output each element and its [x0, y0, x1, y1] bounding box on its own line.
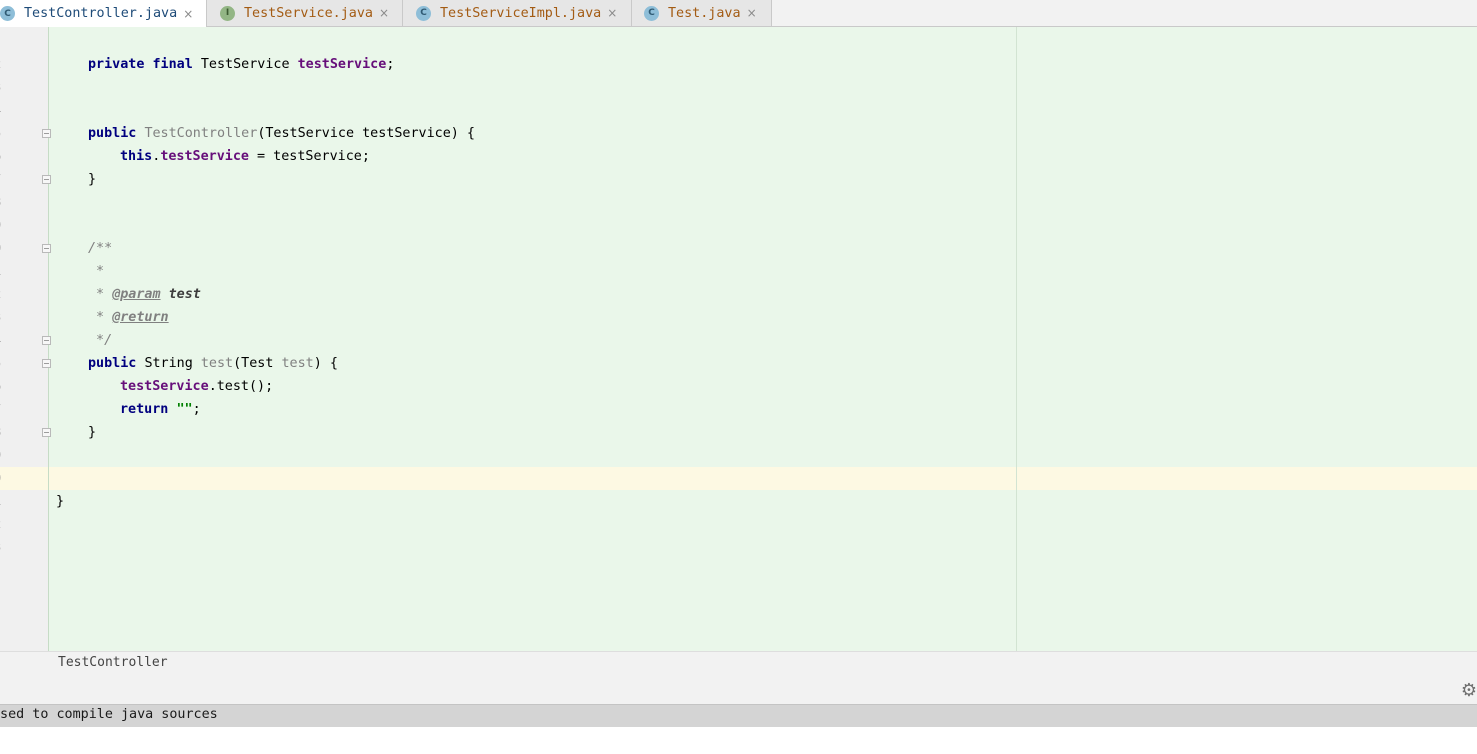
code-line[interactable]: 4: [0, 76, 1477, 117]
code-line[interactable]: 7 this.testService = testService;: [0, 145, 1477, 186]
fold-marker-icon[interactable]: [42, 129, 51, 138]
code-line[interactable]: 3 * @param test: [0, 283, 1477, 324]
code-line[interactable]: 8 return "";: [0, 398, 1477, 439]
close-icon[interactable]: ×: [747, 6, 757, 20]
tab-label: TestController.java: [24, 6, 178, 21]
code-line[interactable]: 5: [0, 99, 1477, 140]
tab-label: TestService.java: [244, 5, 373, 21]
tab-testcontroller[interactable]: C TestController.java ×: [0, 0, 207, 27]
code-line[interactable]: 2 }: [0, 490, 1477, 531]
tab-label: Test.java: [668, 5, 741, 21]
code-line[interactable]: 0: [0, 444, 1477, 485]
tab-test[interactable]: C Test.java ×: [632, 0, 772, 26]
code-line[interactable]: 5 */: [0, 329, 1477, 370]
close-icon[interactable]: ×: [379, 6, 389, 20]
interface-icon: I: [220, 5, 235, 21]
editor-tab-bar: C TestController.java × I TestService.ja…: [0, 0, 1477, 27]
status-message: used to compile java sources: [0, 707, 218, 722]
code-line[interactable]: 2 *: [0, 260, 1477, 301]
gear-icon[interactable]: ⚙: [1461, 682, 1477, 700]
tool-window-strip: ⚙: [0, 676, 1477, 704]
code-line[interactable]: 3: [0, 513, 1477, 554]
fold-marker-icon[interactable]: [42, 244, 51, 253]
breadcrumb-item-class[interactable]: TestController: [58, 655, 168, 670]
line-number: 3: [0, 536, 20, 559]
code-line[interactable]: 9 }: [0, 421, 1477, 462]
window-bottom-area: [0, 727, 1477, 754]
code-line[interactable]: 7 testService.test();: [0, 375, 1477, 416]
code-line[interactable]: 6 public TestController(TestService test…: [0, 122, 1477, 163]
class-icon: C: [416, 5, 431, 21]
tab-testservice[interactable]: I TestService.java ×: [207, 0, 403, 26]
tab-testserviceimpl[interactable]: C TestServiceImpl.java ×: [403, 0, 632, 26]
code-line[interactable]: 3 private final TestService testService;: [0, 53, 1477, 94]
close-icon[interactable]: ×: [183, 7, 193, 21]
tab-label: TestServiceImpl.java: [440, 5, 602, 21]
fold-marker-icon[interactable]: [42, 336, 51, 345]
code-line[interactable]: 1 /**: [0, 237, 1477, 278]
fold-marker-icon[interactable]: [42, 175, 51, 184]
code-line[interactable]: 9: [0, 191, 1477, 232]
code-line[interactable]: 4 * @return: [0, 306, 1477, 347]
class-icon: C: [0, 6, 15, 21]
code-line[interactable]: 2: [0, 30, 1477, 71]
code-line-current[interactable]: 1: [0, 467, 1477, 508]
close-icon[interactable]: ×: [607, 6, 617, 20]
status-bar: used to compile java sources: [0, 704, 1477, 727]
code-line[interactable]: 0: [0, 214, 1477, 255]
breadcrumb: TestController: [0, 651, 1477, 677]
fold-marker-icon[interactable]: [42, 428, 51, 437]
code-line[interactable]: 8 }: [0, 168, 1477, 209]
class-icon: C: [644, 5, 659, 21]
fold-marker-icon[interactable]: [42, 359, 51, 368]
code-line[interactable]: 6 public String test(Test test) {: [0, 352, 1477, 393]
code-editor[interactable]: 2 3 private final TestService testServic…: [0, 27, 1477, 651]
